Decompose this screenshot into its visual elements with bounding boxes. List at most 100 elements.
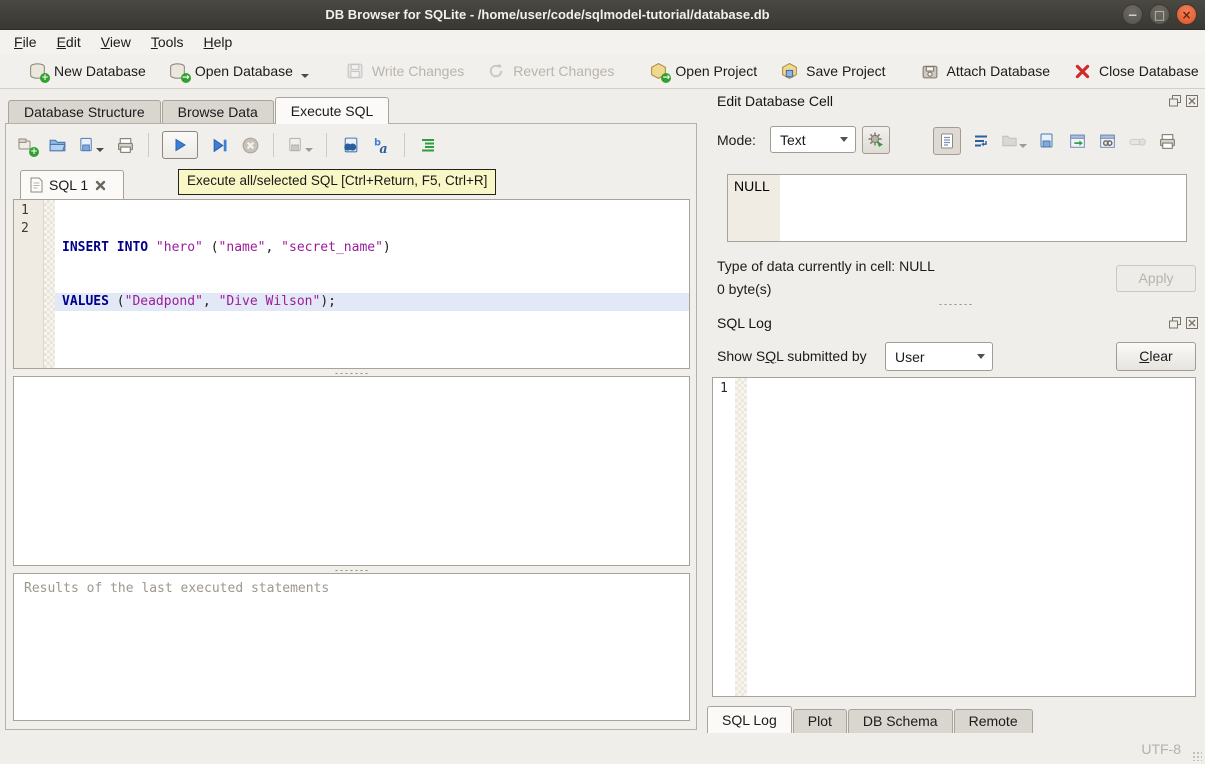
execute-sql-tooltip: Execute all/selected SQL [Ctrl+Return, F… [178,169,496,195]
sql-log-filter-value: User [895,349,925,365]
dock-tab-remote[interactable]: Remote [954,709,1033,733]
open-project-label: Open Project [675,63,757,79]
print-cell-icon[interactable] [1157,131,1177,151]
sql-document-close-icon[interactable] [94,179,106,191]
close-button[interactable]: × [1176,4,1197,25]
tab-execute-sql[interactable]: Execute SQL [275,97,390,124]
chevron-down-icon [977,354,985,359]
menu-tools[interactable]: Tools [141,32,194,52]
log-fold-margin [735,378,747,696]
save-project-button[interactable]: Save Project [770,57,894,85]
float-dock-icon[interactable] [1168,316,1181,329]
tab-browse-data[interactable]: Browse Data [162,100,274,124]
line-number-gutter: 1 2 [14,200,44,368]
import-data-icon[interactable] [1001,131,1027,151]
menu-file[interactable]: File [4,32,47,52]
float-dock-icon[interactable] [1168,94,1181,107]
save-sql-file-icon[interactable] [78,135,104,155]
new-sql-tab-icon[interactable]: + [16,135,36,155]
menu-view[interactable]: View [91,32,141,52]
format-sql-icon[interactable] [418,135,438,155]
menu-bar: File Edit View Tools Help [0,30,1205,54]
dock-splitter[interactable] [705,301,1205,308]
cell-value-editor[interactable]: NULL [727,174,1187,242]
save-sql-dropdown-icon[interactable] [96,148,104,152]
fold-margin [44,200,55,368]
sql-toolbar-separator [148,133,149,157]
tab-database-structure[interactable]: Database Structure [8,100,161,124]
minimize-button[interactable]: − [1122,4,1143,25]
execute-all-button[interactable] [162,131,198,159]
write-changes-button[interactable]: Write Changes [336,57,473,85]
sql-document-tab[interactable]: SQL 1 [20,170,124,199]
open-external-icon[interactable] [1067,131,1087,151]
close-dock-icon[interactable] [1185,94,1198,107]
revert-changes-label: Revert Changes [513,63,614,79]
execution-status-pane[interactable]: Results of the last executed statements [13,573,690,721]
dock-tab-sql-log[interactable]: SQL Log [707,706,792,733]
sql-toolbar-separator [404,133,405,157]
save-results-icon[interactable] [287,135,313,155]
cell-value-text: NULL [734,178,770,194]
execute-sql-panel: + [5,123,697,730]
stop-execution-icon[interactable] [240,135,260,155]
print-sql-icon[interactable] [115,135,135,155]
open-database-button[interactable]: → Open Database [159,57,318,85]
menu-help[interactable]: Help [194,32,243,52]
edit-cell-dock-buttons [1168,94,1198,107]
svg-text:a: a [379,140,387,154]
cell-size-text: 0 byte(s) [717,281,771,297]
revert-changes-icon [486,61,506,81]
open-database-dropdown-icon[interactable] [301,74,309,78]
sql-line-1: INSERT INTO "hero" ("name", "secret_name… [55,239,689,257]
close-database-button[interactable]: Close Database [1063,57,1205,85]
apply-button[interactable]: Apply [1116,265,1196,292]
main-tab-bar: Database Structure Browse Data Execute S… [8,97,390,124]
find-replace-icon[interactable] [340,135,360,155]
revert-changes-button[interactable]: Revert Changes [477,57,623,85]
query-results-grid[interactable] [13,376,690,566]
save-results-dropdown-icon[interactable] [305,148,313,152]
log-line-number: 1 [720,381,728,396]
open-database-label: Open Database [195,63,293,79]
sql-editor[interactable]: 1 2 INSERT INTO "hero" ("name", "secret_… [13,199,690,369]
mode-select-value: Text [780,132,806,148]
set-null-icon[interactable] [1127,131,1147,151]
toggle-case-icon[interactable]: ba [371,135,391,155]
attach-database-icon [920,61,940,81]
attach-database-button[interactable]: Attach Database [911,57,1060,85]
auto-switch-mode-button[interactable] [862,126,890,154]
close-database-icon [1072,61,1092,81]
main-toolbar: + New Database → Open Database Write Cha… [0,54,1205,89]
export-data-icon[interactable] [1037,131,1057,151]
sql-log-filter-select[interactable]: User [885,342,993,371]
text-mode-button[interactable] [933,127,961,155]
open-sql-file-icon[interactable] [47,135,67,155]
open-project-icon: → [648,61,668,81]
sql-code-area: INSERT INTO "hero" ("name", "secret_name… [55,200,689,368]
new-database-button[interactable]: + New Database [18,57,155,85]
sql-document-icon [29,177,43,193]
mode-label: Mode: [717,132,756,148]
copy-link-icon[interactable] [1097,131,1117,151]
attach-database-label: Attach Database [947,63,1051,79]
titlebar[interactable]: DB Browser for SQLite - /home/user/code/… [0,0,1205,30]
close-dock-icon[interactable] [1185,316,1198,329]
open-project-button[interactable]: → Open Project [639,57,766,85]
close-icon: × [1181,9,1191,21]
menu-edit[interactable]: Edit [47,32,91,52]
execute-current-line-icon[interactable] [209,135,229,155]
import-dropdown-icon[interactable] [1019,144,1027,148]
clear-log-button[interactable]: Clear [1116,342,1196,371]
dock-tab-plot[interactable]: Plot [793,709,847,733]
word-wrap-icon[interactable] [971,131,991,151]
mode-select[interactable]: Text [770,126,856,153]
line-number: 1 [14,203,43,221]
sql-log-dock-title: SQL Log [717,315,772,331]
window-resize-grip[interactable] [1192,751,1202,761]
sql-log-view[interactable]: 1 [712,377,1196,697]
encoding-status: UTF-8 [1141,741,1181,757]
dock-tab-db-schema[interactable]: DB Schema [848,709,953,733]
save-project-label: Save Project [806,63,885,79]
maximize-button[interactable]: □ [1149,4,1170,25]
